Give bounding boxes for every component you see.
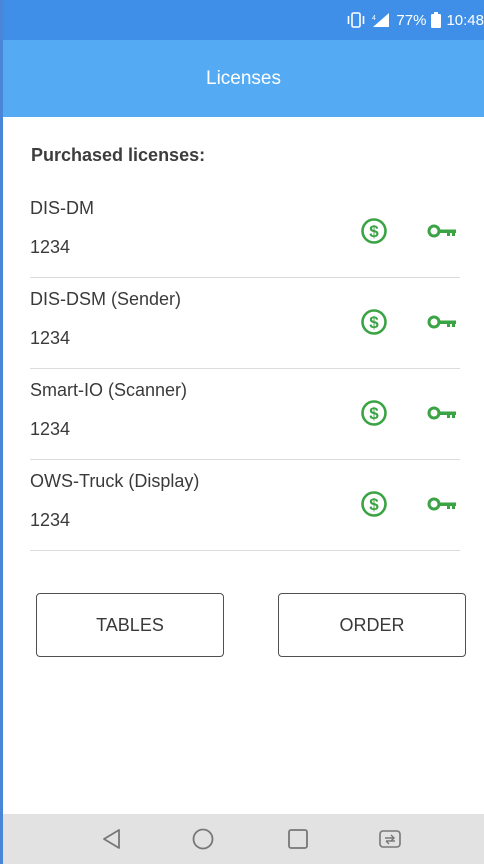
tables-button[interactable]: TABLES — [36, 593, 224, 657]
license-name: Smart-IO (Scanner) — [30, 380, 188, 400]
status-icons: 4 77% 10:48 — [346, 10, 484, 30]
switch-apps-icon[interactable] — [377, 826, 403, 852]
recents-square-icon[interactable] — [285, 826, 311, 852]
page-title: Licenses — [206, 67, 281, 89]
action-buttons: TABLES ORDER — [36, 593, 468, 659]
order-button[interactable]: ORDER — [278, 593, 466, 657]
navigation-bar — [3, 814, 484, 864]
license-row: Smart-IO (Scanner) 1234 $ — [30, 369, 460, 460]
svg-text:$: $ — [369, 313, 379, 332]
vibrate-icon — [346, 12, 366, 28]
key-icon[interactable] — [427, 313, 457, 331]
license-name: OWS-Truck (Display) — [30, 471, 200, 491]
dollar-circle-icon[interactable]: $ — [360, 308, 388, 336]
dollar-circle-icon[interactable]: $ — [360, 490, 388, 518]
key-icon[interactable] — [427, 495, 457, 513]
svg-text:4: 4 — [372, 15, 376, 22]
license-list: DIS-DM 1234 $ DIS-DSM (Sender) 1234 $ Sm… — [30, 187, 460, 551]
main-content: Purchased licenses: DIS-DM 1234 $ DIS-DS… — [3, 117, 484, 814]
license-name: DIS-DM — [30, 198, 94, 218]
battery-icon — [431, 12, 442, 28]
license-value: 1234 — [30, 510, 71, 530]
section-title: Purchased licenses: — [31, 145, 206, 165]
license-row: OWS-Truck (Display) 1234 $ — [30, 460, 460, 551]
license-row: DIS-DM 1234 $ — [30, 187, 460, 278]
key-icon[interactable] — [427, 222, 457, 240]
back-triangle-icon[interactable] — [99, 826, 125, 852]
signal-icon: 4 — [371, 12, 391, 28]
license-value: 1234 — [30, 328, 71, 348]
license-value: 1234 — [30, 419, 71, 439]
app-bar: Licenses — [3, 40, 484, 117]
svg-text:$: $ — [369, 495, 379, 514]
license-row: DIS-DSM (Sender) 1234 $ — [30, 278, 460, 369]
license-name: DIS-DSM (Sender) — [30, 289, 182, 309]
home-circle-icon[interactable] — [190, 826, 216, 852]
svg-text:$: $ — [369, 222, 379, 241]
clock: 10:48 — [446, 11, 484, 29]
dollar-circle-icon[interactable]: $ — [360, 217, 388, 245]
battery-percent: 77% — [396, 11, 427, 29]
key-icon[interactable] — [427, 404, 457, 422]
status-bar: 4 77% 10:48 — [3, 0, 484, 40]
dollar-circle-icon[interactable]: $ — [360, 399, 388, 427]
svg-text:$: $ — [369, 404, 379, 423]
license-value: 1234 — [30, 237, 71, 257]
